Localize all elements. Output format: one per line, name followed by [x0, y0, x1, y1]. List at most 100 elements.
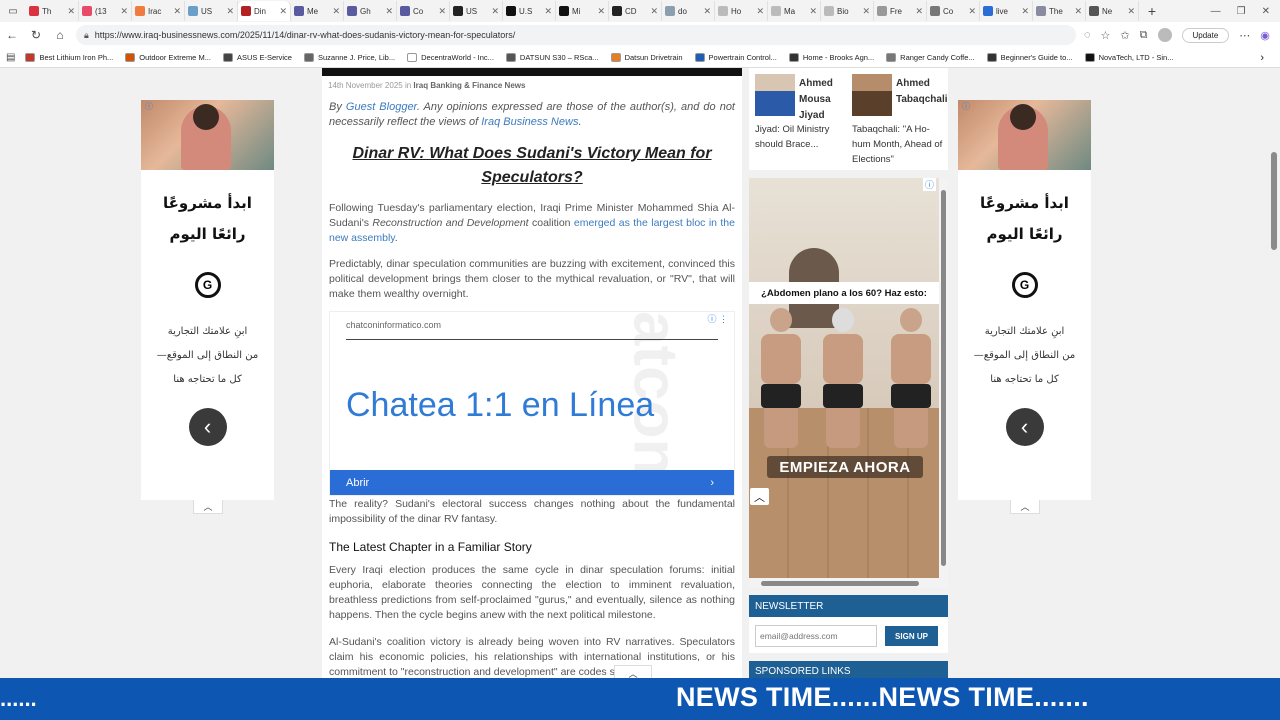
browser-tab[interactable]: Irac ✕ — [132, 1, 185, 21]
reader-mode-icon[interactable]: ◌ — [1084, 29, 1091, 41]
back-icon[interactable]: ← — [0, 28, 24, 42]
tab-close-icon[interactable]: ✕ — [1127, 6, 1135, 17]
page-scrollbar-thumb[interactable] — [1271, 152, 1277, 250]
bookmarks-menu-icon[interactable]: ▤ — [6, 52, 15, 63]
tab-close-icon[interactable]: ✕ — [120, 6, 128, 17]
bookmark-item[interactable]: Home - Brooks Agn... — [788, 53, 874, 62]
browser-tab[interactable]: Ma ✕ — [768, 1, 821, 21]
ad-choices-icon[interactable]: ⓘ ⋮ — [707, 312, 728, 325]
tab-close-icon[interactable]: ✕ — [862, 6, 870, 17]
browser-tab[interactable]: US ✕ — [450, 1, 503, 21]
right-column-ad[interactable]: ¿Abdomen plano a los 60? Haz esto: EMPIE… — [749, 178, 948, 588]
related-title[interactable]: Jiyad: Oil Ministry should Brace... — [755, 122, 847, 152]
right-side-ad[interactable]: ⓘ ابدأ مشروعًا رائعًا اليوم G ابنِ علامت… — [958, 100, 1091, 514]
bookmark-item[interactable]: ASUS E-Service — [222, 53, 292, 62]
related-thumbnail[interactable] — [852, 74, 892, 116]
restore-icon[interactable]: ❐ — [1237, 6, 1246, 17]
ad-collapse-chevron-icon[interactable]: ︿ — [1010, 500, 1040, 514]
bookmark-item[interactable]: DATSUN S30 – RSca... — [505, 53, 599, 62]
ad-next-arrow-icon[interactable]: ‹ — [1005, 408, 1044, 446]
browser-tab[interactable]: (13 ✕ — [79, 1, 132, 21]
url-field[interactable]: 🔒︎ https://www.iraq-businessnews.com/202… — [76, 25, 1076, 45]
browser-tab[interactable]: US ✕ — [185, 1, 238, 21]
tab-close-icon[interactable]: ✕ — [226, 6, 234, 17]
tab-close-icon[interactable]: ✕ — [279, 6, 287, 17]
ad-headline[interactable]: Chatea 1:1 en Línea — [346, 386, 654, 425]
browser-tab[interactable]: The ✕ — [1033, 1, 1086, 21]
bookmark-item[interactable]: Datsun Drivetrain — [610, 53, 683, 62]
favorites-icon[interactable]: ✩ — [1120, 29, 1129, 42]
related-thumbnail[interactable] — [755, 74, 795, 116]
profile-avatar[interactable] — [1157, 28, 1172, 42]
browser-tab[interactable]: CD ✕ — [609, 1, 662, 21]
new-tab-icon[interactable]: + — [1139, 0, 1165, 22]
author-link[interactable]: Guest Blogger — [346, 101, 417, 113]
bookmark-item[interactable]: Suzanne J. Price, Lib... — [303, 53, 395, 62]
inline-ad[interactable]: chatcon chatconinformatico.com ⓘ ⋮ Chate… — [329, 311, 735, 496]
site-link[interactable]: Iraq Business News — [481, 116, 578, 128]
tab-close-icon[interactable]: ✕ — [438, 6, 446, 17]
tab-close-icon[interactable]: ✕ — [915, 6, 923, 17]
ad-vertical-scrollbar[interactable] — [939, 178, 948, 578]
ad-next-arrow-icon[interactable]: ‹ — [188, 408, 227, 446]
ad-choices-icon[interactable]: ⓘ — [145, 101, 153, 112]
browser-tab[interactable]: Gh ✕ — [344, 1, 397, 21]
tab-close-icon[interactable]: ✕ — [968, 6, 976, 17]
browser-tab[interactable]: Fre ✕ — [874, 1, 927, 21]
browser-tab[interactable]: Din ✕ — [238, 1, 291, 21]
copilot-icon[interactable]: ◉ — [1260, 29, 1270, 42]
ad-collapse-chevron-icon[interactable]: ︿ — [193, 500, 223, 514]
home-icon[interactable]: ⌂ — [48, 28, 72, 42]
tab-close-icon[interactable]: ✕ — [756, 6, 764, 17]
bookmark-item[interactable]: Beginner's Guide to... — [986, 53, 1073, 62]
tab-close-icon[interactable]: ✕ — [173, 6, 181, 17]
tab-close-icon[interactable]: ✕ — [1074, 6, 1082, 17]
browser-tab[interactable]: do ✕ — [662, 1, 715, 21]
browser-tab[interactable]: live ✕ — [980, 1, 1033, 21]
browser-tab[interactable]: Mi ✕ — [556, 1, 609, 21]
browser-tab[interactable]: Ho ✕ — [715, 1, 768, 21]
tab-close-icon[interactable]: ✕ — [332, 6, 340, 17]
browser-tab[interactable]: Me ✕ — [291, 1, 344, 21]
tab-close-icon[interactable]: ✕ — [650, 6, 658, 17]
tab-close-icon[interactable]: ✕ — [597, 6, 605, 17]
ad-choices-icon[interactable]: ⓘ — [962, 101, 970, 112]
tab-close-icon[interactable]: ✕ — [385, 6, 393, 17]
lock-icon[interactable]: 🔒︎ — [84, 30, 89, 41]
collections-icon[interactable]: ⧉ — [1140, 29, 1148, 42]
page-scrollbar[interactable] — [1268, 68, 1280, 680]
article-category-link[interactable]: Iraq Banking & Finance News — [413, 81, 525, 90]
favorite-star-icon[interactable]: ☆ — [1101, 29, 1111, 42]
close-window-icon[interactable]: ✕ — [1262, 6, 1270, 17]
left-side-ad[interactable]: ⓘ ابدأ مشروعًا رائعًا اليوم G ابنِ علامت… — [141, 100, 274, 514]
bookmark-item[interactable]: Powertrain Control... — [694, 53, 777, 62]
update-button[interactable]: Update — [1181, 27, 1230, 43]
browser-tab[interactable]: Co ✕ — [397, 1, 450, 21]
browser-tab[interactable]: U.S ✕ — [503, 1, 556, 21]
ad-open-button[interactable]: Abrir › — [330, 470, 734, 495]
tab-close-icon[interactable]: ✕ — [491, 6, 499, 17]
related-title[interactable]: Tabaqchali: "A Ho-hum Month, Ahead of El… — [852, 122, 944, 167]
browser-tab[interactable]: Bio ✕ — [821, 1, 874, 21]
window-menu-icon[interactable]: ▭ — [0, 0, 26, 22]
newsletter-signup-button[interactable]: SIGN UP — [885, 626, 938, 646]
tab-close-icon[interactable]: ✕ — [67, 6, 75, 17]
newsletter-email-input[interactable] — [755, 625, 877, 647]
ad-collapse-up-icon[interactable]: ︿ — [750, 488, 769, 505]
tab-close-icon[interactable]: ✕ — [544, 6, 552, 17]
ad-cta-button[interactable]: EMPIEZA AHORA — [767, 456, 923, 478]
bookmark-item[interactable]: Outdoor Extreme M... — [125, 53, 211, 62]
browser-tab[interactable]: Th ✕ — [26, 1, 79, 21]
bookmark-item[interactable]: Ranger Candy Coffe... — [886, 53, 975, 62]
bookmark-item[interactable]: NovaTech, LTD - Sin... — [1084, 53, 1173, 62]
tab-close-icon[interactable]: ✕ — [809, 6, 817, 17]
browser-tab[interactable]: Co ✕ — [927, 1, 980, 21]
bookmarks-overflow-icon[interactable]: › — [1260, 52, 1280, 64]
bookmark-item[interactable]: Best Lithium Iron Ph... — [25, 53, 113, 62]
ad-horizontal-scrollbar[interactable] — [749, 578, 948, 588]
tab-close-icon[interactable]: ✕ — [1021, 6, 1029, 17]
more-menu-icon[interactable]: ⋯ — [1239, 29, 1250, 42]
minimize-icon[interactable]: — — [1211, 6, 1221, 17]
tab-close-icon[interactable]: ✕ — [703, 6, 711, 17]
bookmark-item[interactable]: DecentraWorld - Inc... — [407, 53, 494, 62]
